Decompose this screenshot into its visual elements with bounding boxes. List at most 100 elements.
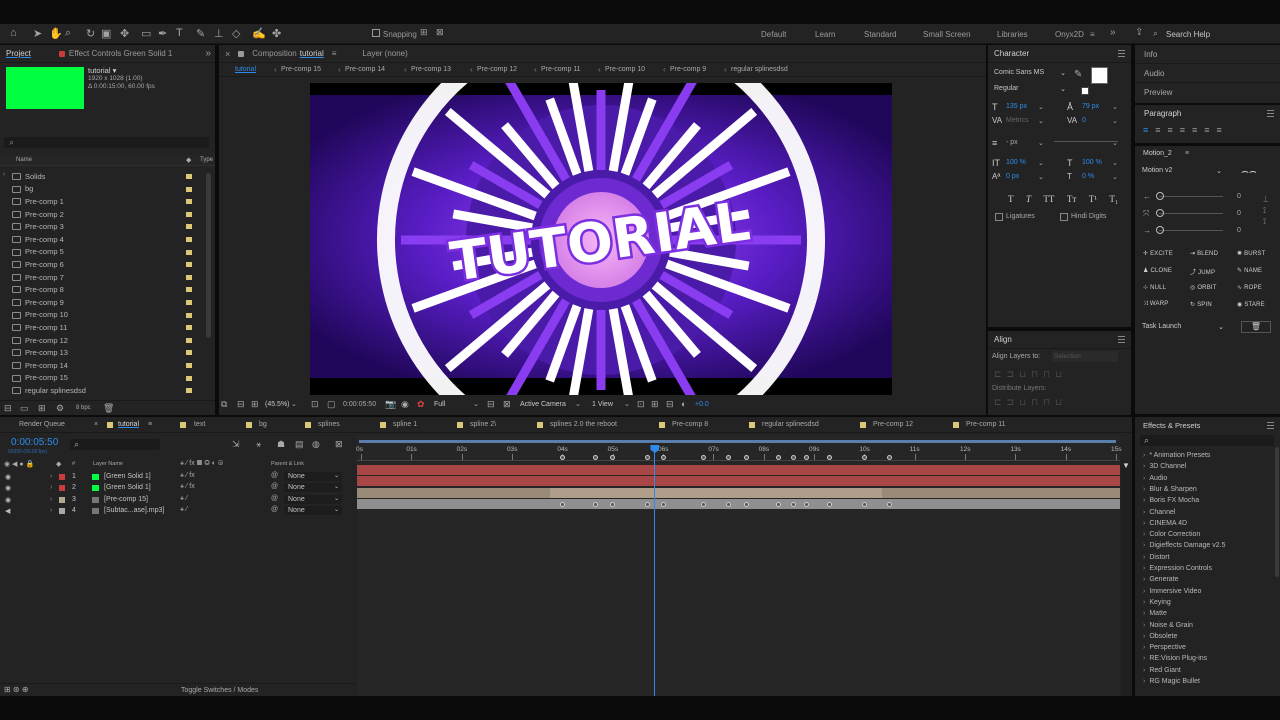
faux-italic-button[interactable]: T (1026, 194, 1031, 204)
tab-spline-1[interactable]: spline 1 (393, 421, 417, 428)
keyframe-marker[interactable] (700, 502, 706, 507)
breadcrumb-regular-splines[interactable]: regular splinesdsd (731, 66, 788, 73)
snap-target-icon[interactable]: ⊠ (436, 27, 444, 38)
view-layout-dropdown[interactable]: 1 View (592, 401, 613, 408)
motion-slider-1[interactable]: ← 0 (1143, 192, 1275, 202)
motion-rope-button[interactable]: ∿ ROPE (1237, 284, 1262, 291)
align-to-dropdown[interactable]: Selection (1052, 351, 1118, 362)
pickwhip-icon[interactable]: @ (271, 495, 278, 502)
project-item[interactable]: Pre-comp 9 (0, 296, 208, 309)
keyframe-marker[interactable] (887, 455, 892, 460)
effect-category[interactable]: RG Magic Bullet (1143, 678, 1200, 685)
keyframe-marker[interactable] (592, 455, 598, 460)
twirl-chevron-icon[interactable]: › (50, 473, 52, 480)
effect-category[interactable]: Obsolete (1143, 633, 1177, 640)
motion-spin-button[interactable]: ↻ SPIN (1190, 301, 1212, 308)
fast-previews-icon[interactable]: ⊟ (487, 399, 495, 410)
tab-comp-name[interactable]: tutorial (300, 49, 324, 58)
snap-options-icon[interactable]: ⊞ (420, 27, 428, 38)
eraser-tool-icon[interactable]: ◇ (232, 27, 240, 40)
pan-behind-tool-icon[interactable]: ✥ (120, 27, 129, 40)
keyframe-marker[interactable] (559, 455, 565, 460)
effect-category[interactable]: Red Giant (1143, 667, 1181, 674)
keyframe-marker[interactable] (887, 502, 892, 507)
col-type[interactable]: Type (200, 157, 213, 163)
timeline-layer-row[interactable]: ◀ › 4 [Subtac...ase].mp3] ⚹ ⁄ @ None ⌄ (0, 505, 355, 517)
project-item[interactable]: regular splinesdsd (0, 384, 208, 397)
audio-tab[interactable]: Audio (1135, 64, 1280, 83)
timeline-search-input[interactable]: ⌕ (70, 439, 160, 450)
effect-category[interactable]: Blur & Sharpen (1143, 486, 1196, 493)
tab-project[interactable]: Project (6, 49, 31, 58)
swap-colors-icon[interactable] (1081, 87, 1089, 95)
twirl-chevron-icon[interactable]: › (50, 496, 52, 503)
keyframe-marker[interactable] (743, 455, 749, 460)
label-color-tag[interactable] (186, 363, 192, 368)
tab-pre-comp-12[interactable]: Pre-comp 12 (873, 421, 913, 428)
playhead[interactable] (650, 445, 660, 696)
pickwhip-icon[interactable]: @ (271, 506, 278, 513)
new-comp-icon[interactable]: ⊞ (38, 403, 46, 414)
workspace-onyx2d[interactable]: Onyx2D (1055, 30, 1084, 39)
label-color-tag[interactable] (186, 312, 192, 318)
breadcrumb-pre-comp-14[interactable]: Pre-comp 14 (345, 66, 385, 73)
parent-dropdown[interactable]: None ⌄ (284, 483, 342, 493)
work-area-bar[interactable] (357, 437, 1120, 445)
show-snapshot-icon[interactable]: ◉ (401, 399, 409, 410)
parent-dropdown[interactable]: None ⌄ (284, 505, 342, 515)
timeline-timecode[interactable]: 0:00:05:50 (11, 437, 58, 448)
label-color-tag[interactable] (186, 300, 192, 305)
keyframe-marker[interactable] (743, 502, 749, 507)
task-delete-button[interactable]: 🗑 (1241, 321, 1271, 333)
layer-duration-bar[interactable] (357, 465, 1120, 475)
keyframe-marker[interactable] (660, 502, 666, 507)
type-tool-icon[interactable]: T (176, 27, 183, 39)
motion-side-icons[interactable]: ⟘ ⟟ ⟟ (1263, 194, 1268, 227)
superscript-button[interactable]: T¹ (1089, 194, 1097, 204)
project-item[interactable]: Pre-comp 6 (0, 258, 208, 271)
interpret-footage-icon[interactable]: ⊟ (4, 403, 12, 414)
subscript-button[interactable]: T₁ (1109, 194, 1118, 204)
folder-expand-icon[interactable]: › (3, 171, 5, 178)
visibility-eye-icon[interactable]: ◉ (5, 496, 11, 504)
twirl-chevron-icon[interactable]: › (50, 507, 52, 514)
timeline-layer-row[interactable]: ◉ › 3 [Pre-comp 15] ⚹ ⁄ @ None ⌄ (0, 494, 355, 506)
close-icon[interactable]: × (225, 49, 230, 59)
new-folder-icon[interactable]: ▭ (20, 403, 29, 414)
project-settings-icon[interactable]: ⚙ (56, 403, 64, 414)
workspace-menu-icon[interactable]: ≡ (1090, 30, 1095, 39)
breadcrumb-pre-comp-9[interactable]: Pre-comp 9 (670, 66, 706, 73)
keyframe-marker[interactable] (826, 455, 832, 460)
layer-duration-bar[interactable] (357, 476, 1120, 487)
project-item[interactable]: Pre-comp 14 (0, 359, 208, 372)
label-color-tag[interactable] (186, 174, 192, 179)
fill-color-swatch[interactable] (1091, 67, 1108, 84)
hand-tool-icon[interactable]: ✋ (49, 27, 63, 40)
brush-tool-icon[interactable]: ✎ (196, 27, 205, 40)
label-color-tag[interactable] (186, 388, 192, 394)
time-graph-area[interactable]: 0s 01s 02s 03s 04s 05s 06s 07s 08s 09s 10s 11s 12s 13… (356, 435, 1121, 696)
project-item[interactable]: Pre-comp 15 (0, 372, 208, 385)
breadcrumb-pre-comp-13[interactable]: Pre-comp 13 (411, 66, 451, 73)
layer-name[interactable]: [Green Solid 1] (104, 484, 151, 491)
project-item[interactable]: Pre-comp 5 (0, 246, 208, 259)
label-color-tag[interactable] (186, 337, 192, 343)
keyframe-marker[interactable] (660, 455, 666, 460)
font-family-dropdown[interactable]: Comic Sans MS ⌄ (994, 69, 1066, 80)
keyframe-marker[interactable] (803, 502, 809, 507)
label-color-tag[interactable] (186, 186, 192, 192)
motion-graph-icon[interactable]: ⌢⌢ (1241, 164, 1257, 179)
motion-clone-button[interactable]: ♟ CLONE (1143, 267, 1172, 274)
col-layer-name[interactable]: Layer Name (93, 461, 123, 467)
leading-value[interactable]: 79 px (1082, 103, 1099, 110)
paragraph-align-buttons[interactable]: ≡≡≡≡≡≡≡ (1143, 125, 1229, 135)
project-folder-item[interactable]: › Solids (0, 170, 208, 183)
tab-pre-comp-8[interactable]: Pre-comp 8 (672, 421, 708, 428)
tab-splines[interactable]: splines (318, 421, 340, 428)
snapshot-icon[interactable]: 📷 (385, 399, 396, 410)
workspace-learn[interactable]: Learn (815, 30, 835, 39)
project-item[interactable]: Pre-comp 2 (0, 208, 208, 221)
always-preview-icon[interactable]: ⧉ (221, 399, 227, 410)
timeline-layer-row[interactable]: ◉ › 2 [Green Solid 1] ⚹ ⁄ fx @ None ⌄ (0, 483, 355, 494)
pickwhip-icon[interactable]: @ (271, 483, 278, 490)
